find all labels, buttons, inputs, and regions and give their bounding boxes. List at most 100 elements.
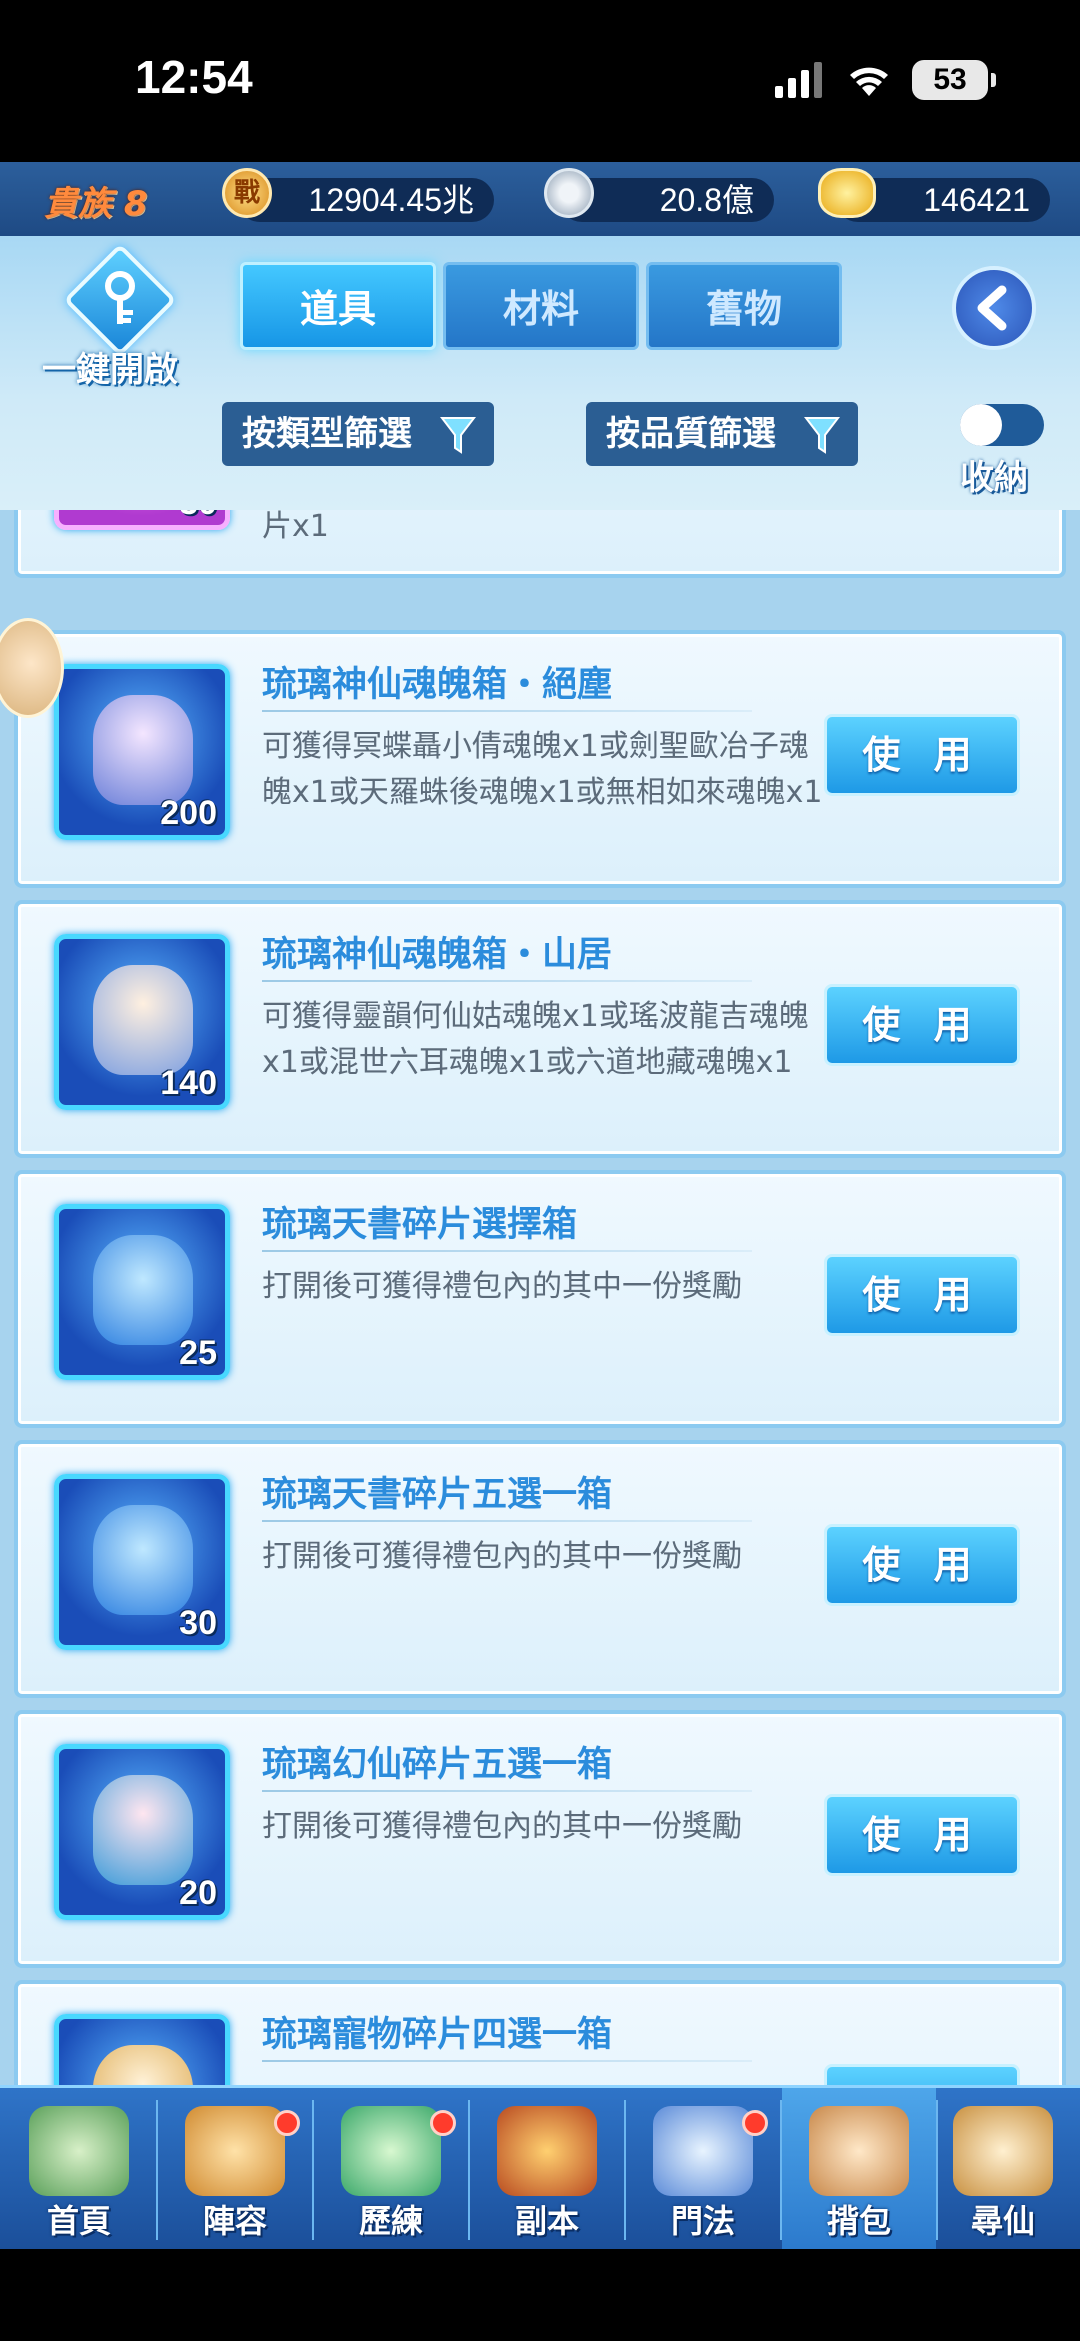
item-thumbnail[interactable]: 30 (54, 1474, 230, 1650)
collapse-label: 收納 (960, 458, 1028, 498)
battery-indicator: 53 (912, 60, 996, 100)
use-button[interactable]: 使 用 (824, 1794, 1020, 1876)
item-count: 20 (179, 1874, 217, 1912)
item-count: 30 (179, 1604, 217, 1642)
list-item: 30 琉璃天書碎片五選一箱 打開後可獲得禮包內的其中一份獎勵 使 用 (14, 1440, 1066, 1698)
list-item: 20 琉璃幻仙碎片五選一箱 打開後可獲得禮包內的其中一份獎勵 使 用 (14, 1710, 1066, 1968)
item-description: 可獲得靈韻何仙姑魂魄x1或瑤波龍吉魂魄x1或混世六耳魂魄x1或六道地藏魂魄x1 (262, 999, 809, 1080)
item-title: 琉璃天書碎片五選一箱 (262, 1475, 613, 1515)
nav-label: 尋仙 (970, 2202, 1035, 2240)
filter-by-type-label: 按類型篩選 (242, 414, 412, 454)
notification-dot (430, 2110, 456, 2136)
item-list[interactable]: 30 片x1 使 用 200 琉璃神仙魂魄箱・絕塵 可獲得冥蝶聶小倩魂魄x1或劍… (0, 510, 1080, 2085)
nav-home[interactable]: 首頁 (2, 2088, 156, 2252)
item-description: 打開後可獲得禮包內的其中一份獎勵 (262, 1539, 742, 1574)
tower-icon (653, 2106, 753, 2196)
chest-portrait-icon (93, 1775, 193, 1885)
item-count: 25 (179, 1334, 217, 1372)
title-divider (262, 1250, 752, 1252)
list-item: 25 琉璃天書碎片選擇箱 打開後可獲得禮包內的其中一份獎勵 使 用 (14, 1170, 1066, 1428)
title-divider (262, 980, 752, 982)
nav-label: 陣容 (202, 2202, 267, 2240)
item-thumbnail[interactable] (54, 2014, 230, 2085)
item-description: 打開後可獲得禮包內的其中一份獎勵 (262, 1809, 742, 1844)
use-button[interactable]: 使 用 (824, 984, 1020, 1066)
item-thumbnail[interactable]: 140 (54, 934, 230, 1110)
item-thumbnail[interactable]: 20 (54, 1744, 230, 1920)
collapse-toggle[interactable] (960, 404, 1044, 446)
list-item: 琉璃寵物碎片四選一箱 使 用 (14, 1980, 1066, 2085)
item-count: 140 (160, 1064, 217, 1102)
character-portrait-icon (93, 965, 193, 1075)
key-icon (63, 243, 177, 357)
resource-bar: 貴族 8 12904.45兆 戰 20.8億 146421 (0, 162, 1080, 236)
nav-label: 副本 (514, 2202, 579, 2240)
item-thumbnail[interactable]: 30 (54, 510, 230, 530)
item-description: 打開後可獲得禮包內的其中一份獎勵 (262, 1269, 742, 1304)
notification-dot (742, 2110, 768, 2136)
nav-label: 門法 (670, 2202, 735, 2240)
list-item: 140 琉璃神仙魂魄箱・山居 可獲得靈韻何仙姑魂魄x1或瑤波龍吉魂魄x1或混世六… (14, 900, 1066, 1158)
item-title: 琉璃幻仙碎片五選一箱 (262, 1745, 613, 1785)
tab-materials[interactable]: 材料 (443, 262, 639, 350)
home-indicator-area (0, 2249, 1080, 2341)
title-divider (262, 1520, 752, 1522)
item-description: 可獲得冥蝶聶小倩魂魄x1或劍聖歐冶子魂魄x1或天羅蛛後魂魄x1或無相如來魂魄x1 (262, 729, 823, 810)
funnel-icon (804, 417, 840, 454)
use-button[interactable]: 使 用 (824, 714, 1020, 796)
filter-by-type-button[interactable]: 按類型篩選 (222, 402, 494, 466)
title-divider (262, 2060, 752, 2062)
pouch-icon (93, 1505, 193, 1615)
item-title: 琉璃天書碎片選擇箱 (262, 1205, 578, 1245)
nav-lineup[interactable]: 陣容 (158, 2088, 312, 2252)
vip-rank-badge[interactable]: 貴族 8 (44, 176, 148, 225)
one-key-open-label: 一鍵開啟 (42, 350, 178, 390)
scroll-icon (953, 2106, 1053, 2196)
one-key-open-button[interactable]: 一鍵開啟 (30, 243, 190, 390)
nav-label: 歷練 (358, 2202, 423, 2240)
cards-icon (185, 2106, 285, 2196)
nav-arena[interactable]: 門法 (626, 2088, 780, 2252)
status-time: 12:54 (135, 51, 253, 103)
item-title: 琉璃神仙魂魄箱・山居 (262, 935, 613, 975)
toggle-knob (960, 404, 1002, 446)
notification-dot (274, 2110, 300, 2136)
silver-coin-icon (544, 168, 594, 218)
back-arrow-icon (977, 285, 1007, 331)
filter-by-quality-label: 按品質篩選 (606, 414, 776, 454)
filter-by-quality-button[interactable]: 按品質篩選 (586, 402, 858, 466)
use-button[interactable]: 使 用 (824, 2064, 1020, 2085)
pouch-icon (93, 1235, 193, 1345)
back-button[interactable] (952, 266, 1036, 350)
bottom-nav: 首頁 陣容 歷練 副本 門法 揹包 尋仙 (0, 2085, 1080, 2252)
bag-icon (809, 2106, 909, 2196)
item-description: 片x1 (262, 510, 329, 544)
nav-training[interactable]: 歷練 (314, 2088, 468, 2252)
list-item: 200 琉璃神仙魂魄箱・絕塵 可獲得冥蝶聶小倩魂魄x1或劍聖歐冶子魂魄x1或天羅… (14, 630, 1066, 888)
island-icon (29, 2106, 129, 2196)
nav-seek-immortal[interactable]: 尋仙 (926, 2088, 1080, 2252)
battle-power-icon: 戰 (222, 168, 272, 218)
wifi-icon (850, 67, 888, 96)
title-divider (262, 710, 752, 712)
pet-portrait-icon (93, 2045, 193, 2085)
nav-backpack[interactable]: 揹包 (782, 2088, 936, 2252)
funnel-icon (440, 417, 476, 454)
item-title: 琉璃寵物碎片四選一箱 (262, 2015, 613, 2055)
use-button[interactable]: 使 用 (824, 1254, 1020, 1336)
item-thumbnail[interactable]: 25 (54, 1204, 230, 1380)
character-portrait-icon (93, 695, 193, 805)
tab-items[interactable]: 道具 (240, 262, 436, 350)
list-item: 30 片x1 使 用 (14, 510, 1066, 578)
status-bar: 12:54 53 (0, 0, 1080, 162)
cellular-signal-icon (775, 62, 822, 98)
gate-icon (497, 2106, 597, 2196)
item-thumbnail[interactable]: 200 (54, 664, 230, 840)
tab-old-items[interactable]: 舊物 (646, 262, 842, 350)
item-count: 30 (179, 510, 217, 523)
nav-label: 揹包 (826, 2202, 891, 2240)
use-button[interactable]: 使 用 (824, 1524, 1020, 1606)
nav-label: 首頁 (46, 2202, 111, 2240)
item-title: 琉璃神仙魂魄箱・絕塵 (262, 665, 613, 705)
nav-dungeon[interactable]: 副本 (470, 2088, 624, 2252)
